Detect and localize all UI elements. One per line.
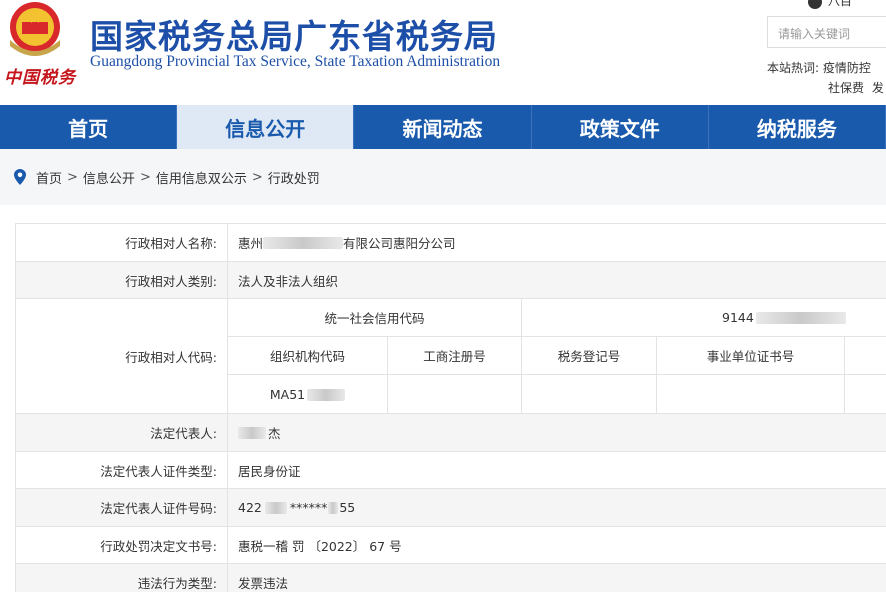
value-id-type: 居民身份证 [238, 463, 301, 479]
nav-item-policy[interactable]: 政策文件 [532, 105, 709, 149]
hot-word-link[interactable]: 疫情防控 [823, 61, 871, 75]
value-name: 惠州 有限公司惠阳分公司 [238, 236, 456, 251]
code-headers-row: 组织机构代码 工商注册号 税务登记号 事业单位证书号 [228, 337, 886, 375]
row-name: 行政相对人名称: 惠州 有限公司惠阳分公司 [15, 224, 886, 262]
label-name: 行政相对人名称: [16, 224, 228, 261]
redaction [328, 501, 339, 514]
hot-word-link[interactable]: 社保费 [828, 81, 864, 95]
main-nav: 首页 信息公开 新闻动态 政策文件 纳税服务 [0, 105, 886, 149]
accessibility-icon [808, 0, 822, 9]
breadcrumb-separator: > [251, 169, 263, 185]
site-title-cn: 国家税务总局广东省税务局 [90, 17, 498, 56]
breadcrumb-separator: > [67, 169, 78, 185]
row-violation-type: 违法行为类型: 发票违法 [15, 564, 886, 592]
location-pin-icon [14, 169, 26, 185]
breadcrumb-penalty[interactable]: 行政处罚 [268, 168, 320, 187]
label-id-no: 法定代表人证件号码: [16, 489, 228, 526]
usc-header: 统一社会信用代码 [228, 299, 522, 336]
nav-item-news[interactable]: 新闻动态 [354, 105, 532, 149]
redaction [755, 311, 846, 324]
institution-cert-header: 事业单位证书号 [657, 337, 845, 374]
redaction [307, 388, 346, 401]
label-id-type: 法定代表人证件类型: [16, 452, 228, 488]
usc-value: 9144 [522, 299, 886, 336]
org-code-header: 组织机构代码 [228, 337, 388, 374]
institution-cert-value [657, 375, 845, 414]
breadcrumb-credit-info[interactable]: 信用信息双公示 [156, 168, 247, 187]
business-reg-header: 工商注册号 [388, 337, 522, 374]
row-type: 行政相对人类别: 法人及非法人组织 [15, 262, 886, 299]
extra-value [845, 375, 886, 414]
label-violation-type: 违法行为类型: [16, 564, 228, 592]
search-input[interactable]: 请输入关键词 [767, 16, 886, 48]
usc-row: 统一社会信用代码 9144 [228, 299, 886, 337]
nav-item-info-disclosure[interactable]: 信息公开 [177, 105, 355, 149]
hot-word-link[interactable]: 发 [872, 81, 884, 95]
national-emblem-icon [10, 2, 60, 56]
value-id-no: 422 ****** 55 [238, 500, 356, 515]
redaction [264, 501, 287, 514]
label-type: 行政相对人类别: [16, 262, 228, 298]
extra-header [845, 337, 886, 374]
top-link[interactable]: 八目 [808, 0, 852, 9]
hot-words-label: 本站热词: [767, 61, 820, 75]
label-legal-rep: 法定代表人: [16, 414, 228, 451]
breadcrumb-home[interactable]: 首页 [36, 168, 62, 187]
breadcrumb: 首页 > 信息公开 > 信用信息双公示 > 行政处罚 [0, 149, 886, 205]
site-title-en: Guangdong Provincial Tax Service, State … [90, 53, 501, 70]
code-values-row: MA51 [228, 375, 886, 414]
business-reg-value [388, 375, 522, 414]
value-legal-rep: 杰 [228, 414, 886, 451]
hot-words-line2: 社保费 发 [828, 79, 884, 96]
org-code-value: MA51 [228, 375, 388, 414]
row-decision-no: 行政处罚决定文书号: 惠税一稽 罚 〔2022〕 67 号 [15, 527, 886, 564]
value-violation-type: 发票违法 [238, 576, 289, 591]
hot-words-line1: 本站热词: 疫情防控 [767, 59, 871, 76]
tax-reg-value [522, 375, 657, 414]
codes-subtable: 统一社会信用代码 9144 组织机构代码 工商注册号 税务登记号 事业单位证书号… [228, 299, 886, 414]
penalty-detail-table: 行政相对人名称: 惠州 有限公司惠阳分公司 行政相对人类别: 法人及非法人组织 … [15, 223, 886, 592]
label-codes: 行政相对人代码: [16, 299, 228, 413]
value-type: 法人及非法人组织 [238, 273, 339, 289]
nav-item-tax-service[interactable]: 纳税服务 [709, 105, 886, 149]
redaction [238, 426, 266, 439]
value-decision-no: 惠税一稽 罚 〔2022〕 67 号 [238, 538, 402, 554]
redaction [263, 236, 344, 249]
breadcrumb-separator: > [139, 169, 151, 185]
row-id-no: 法定代表人证件号码: 422 ****** 55 [15, 489, 886, 527]
label-decision-no: 行政处罚决定文书号: [16, 527, 228, 563]
row-id-type: 法定代表人证件类型: 居民身份证 [15, 452, 886, 489]
row-legal-rep: 法定代表人: 杰 [15, 414, 886, 452]
row-codes: 行政相对人代码: 统一社会信用代码 9144 组织机构代码 工商注册号 税务登记… [15, 299, 886, 414]
breadcrumb-info-disclosure[interactable]: 信息公开 [83, 168, 135, 187]
china-tax-calligraphy-logo: 中国税务 [4, 68, 76, 88]
nav-item-home[interactable]: 首页 [0, 105, 178, 149]
site-header: 中国税务 国家税务总局广东省税务局 Guangdong Provincial T… [0, 0, 886, 105]
tax-reg-header: 税务登记号 [522, 337, 657, 374]
